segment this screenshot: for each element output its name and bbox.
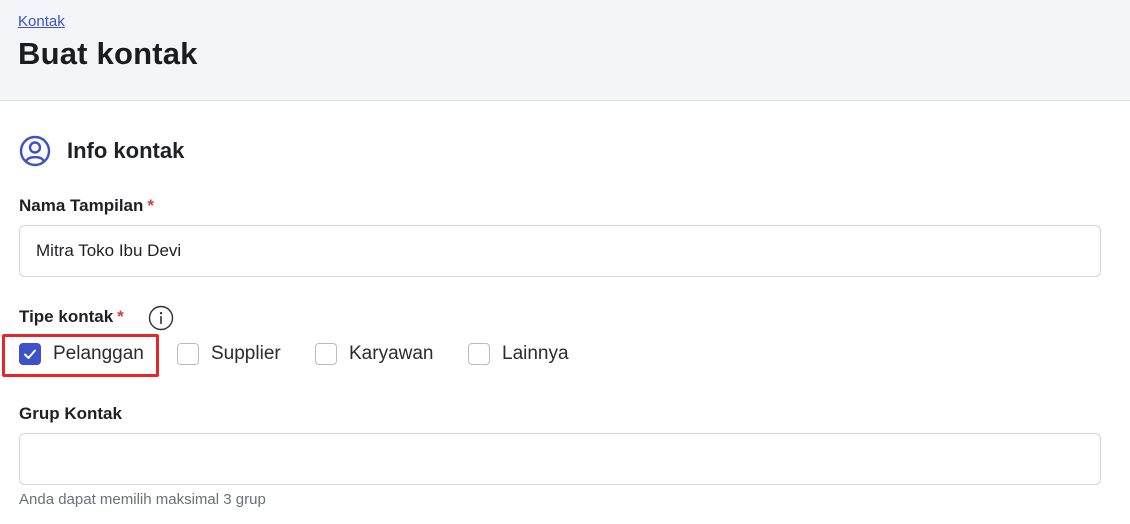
display-name-label: Nama Tampilan * [19,196,154,216]
page-title: Buat kontak [18,36,198,71]
contact-group-label: Grup Kontak [19,404,122,423]
breadcrumb-kontak-link[interactable]: Kontak [18,13,65,30]
contact-group-hint: Anda dapat memilih maksimal 3 grup [19,491,266,508]
checkbox-lainnya[interactable]: Lainnya [468,340,569,368]
checkbox-label: Lainnya [502,343,569,364]
checkbox-box[interactable] [468,343,490,365]
page-header: Kontak Buat kontak [0,0,1130,101]
checkbox-karyawan[interactable]: Karyawan [315,340,434,368]
display-name-input[interactable] [19,225,1101,277]
info-icon[interactable] [148,305,174,331]
checkbox-label: Karyawan [349,343,434,364]
required-mark: * [117,307,124,326]
checkbox-supplier[interactable]: Supplier [177,340,281,368]
checkbox-pelanggan[interactable]: Pelanggan [19,340,144,368]
section-title: Info kontak [67,138,185,163]
user-circle-icon [19,135,51,167]
required-mark: * [147,196,155,215]
checkbox-box[interactable] [315,343,337,365]
checkbox-label: Pelanggan [53,343,144,364]
contact-group-input[interactable] [19,433,1101,485]
contact-type-label: Tipe kontak * [19,307,124,327]
display-name-label-text: Nama Tampilan [19,196,144,215]
contact-type-label-text: Tipe kontak [19,307,114,326]
checkbox-box[interactable] [177,343,199,365]
checkbox-label: Supplier [211,343,281,364]
checkmark-icon [24,349,36,359]
checkbox-box-checked[interactable] [19,343,41,365]
